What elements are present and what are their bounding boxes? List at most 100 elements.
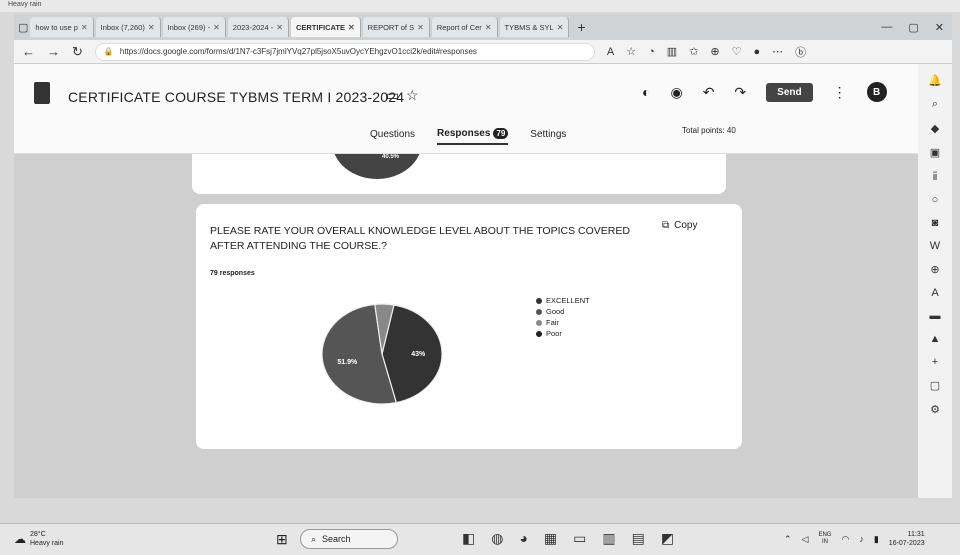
windows-start-icon[interactable]: ⊞	[276, 531, 288, 548]
tab-questions[interactable]: Questions	[370, 129, 415, 144]
maximize-icon[interactable]: ▢	[908, 21, 918, 34]
favorite-star-icon[interactable]: ☆	[626, 45, 636, 58]
w-icon[interactable]: W	[930, 240, 940, 252]
clock[interactable]: 11:31 16-07-2023	[889, 530, 925, 548]
edge-browser-icon[interactable]: ◕	[519, 530, 527, 547]
split-screen-icon[interactable]: ▥	[667, 45, 677, 58]
url-field[interactable]: 🔒 https://docs.google.com/forms/d/1N7-c3…	[94, 42, 595, 61]
edge-sidebar: 🔔 ⌕ ◆ ▣ ⅱ ○ ◙ W ⊕ A ▬ ▲ + ▢ ⚙	[918, 64, 952, 498]
folder-icon[interactable]: ▭	[386, 87, 399, 104]
tab-settings[interactable]: Settings	[530, 129, 566, 144]
window-controls: — ▢ ✕	[881, 21, 952, 34]
add-icon[interactable]: +	[932, 356, 938, 368]
read-aloud-icon[interactable]: A	[607, 46, 614, 58]
chat-icon[interactable]: ◍	[491, 530, 503, 547]
palette-icon[interactable]: ◐	[642, 84, 650, 100]
bing-icon[interactable]: ⓑ	[795, 44, 806, 60]
location-icon[interactable]: ◁	[802, 534, 809, 545]
browser-tab-active[interactable]: CERTIFICATE ✕	[290, 17, 361, 37]
undo-icon[interactable]: ↶	[703, 84, 715, 101]
weather-widget[interactable]: ☁ 28°C Heavy rain	[14, 530, 63, 548]
collections-icon[interactable]: ⊕	[710, 45, 719, 58]
triangle-icon[interactable]: ▲	[930, 333, 941, 345]
copy-button[interactable]: ⧉ Copy	[662, 220, 698, 231]
tab-responses[interactable]: Responses 79	[437, 128, 509, 145]
font-icon[interactable]: A	[931, 287, 938, 299]
previous-pie-chart	[332, 154, 422, 179]
panel-icon[interactable]: ▢	[930, 379, 940, 392]
legend-label: Poor	[546, 329, 562, 338]
close-icon[interactable]: ✕	[485, 23, 492, 32]
circle-icon[interactable]: ○	[932, 194, 939, 206]
file-explorer-icon[interactable]: ▭	[573, 530, 586, 547]
volume-icon[interactable]: ♪	[859, 534, 864, 544]
powerpoint-icon[interactable]: ▤	[632, 530, 645, 547]
outlook-icon[interactable]: ◙	[932, 217, 939, 229]
form-title[interactable]: CERTIFICATE COURSE TYBMS TERM I 2023-202…	[68, 89, 404, 105]
forward-icon[interactable]: →	[47, 44, 60, 59]
close-icon[interactable]: ✕	[213, 23, 220, 32]
settings-icon[interactable]: ⚙	[930, 403, 940, 416]
extension-icon[interactable]: ◔	[648, 46, 655, 58]
close-icon[interactable]: ✕	[148, 23, 155, 32]
store-icon[interactable]: ▦	[544, 530, 557, 547]
preview-eye-icon[interactable]: ◉	[670, 84, 682, 101]
tab-label: Report of Cer	[436, 22, 482, 32]
minimize-icon[interactable]: —	[881, 21, 892, 34]
photos-icon[interactable]: ◩	[661, 530, 674, 547]
tab-responses-label: Responses	[437, 128, 491, 139]
browser-tab[interactable]: REPORT of S ✕	[362, 17, 430, 37]
chevron-up-icon[interactable]: ⌃	[784, 534, 792, 545]
performance-icon[interactable]: ♡	[732, 45, 742, 58]
briefcase-icon[interactable]: ▣	[930, 146, 940, 159]
wifi-icon[interactable]: ◠	[841, 534, 849, 545]
close-icon[interactable]: ✕	[81, 23, 88, 32]
legend-label: Good	[546, 307, 565, 316]
new-tab-button[interactable]: +	[571, 19, 591, 35]
tab-label: Inbox (269) -	[167, 22, 211, 32]
tab-actions-icon[interactable]: ▢	[18, 21, 28, 34]
browser-tab[interactable]: how to use p ✕	[30, 17, 94, 37]
legend-swatch	[536, 297, 542, 304]
clock-date: 16-07-2023	[888, 540, 925, 547]
tag-icon[interactable]: ◆	[931, 122, 939, 135]
close-icon[interactable]: ✕	[417, 23, 424, 32]
avatar[interactable]: B	[866, 82, 887, 102]
taskbar-search[interactable]: ⌕ Search	[300, 529, 398, 549]
more-menu-icon[interactable]: ⋯	[772, 45, 783, 58]
copy-label: Copy	[674, 220, 698, 231]
favorites-icon[interactable]: ✩	[689, 45, 698, 58]
task-view-icon[interactable]: ◧	[462, 530, 475, 547]
close-icon[interactable]: ✕	[348, 23, 355, 32]
close-window-icon[interactable]: ✕	[935, 21, 944, 34]
star-icon[interactable]: ☆	[406, 87, 419, 104]
battery-icon[interactable]: ▮	[874, 534, 879, 545]
reload-icon[interactable]: ↻	[72, 44, 83, 60]
language-indicator[interactable]: ENG IN	[818, 532, 831, 546]
responses-area: 40.5% PLEASE RATE YOUR OVERALL KNOWLEDGE…	[14, 154, 918, 498]
copy-icon: ⧉	[662, 220, 670, 231]
screenshot: { "topstrip": {"weather_text": "Heavy ra…	[0, 0, 960, 555]
lang-code: ENG	[818, 532, 832, 538]
search-icon[interactable]: ⌕	[932, 98, 938, 111]
browser-tab[interactable]: 2023-2024 - ✕	[227, 17, 289, 37]
browser-tab[interactable]: Inbox (7,260) ✕	[95, 17, 161, 37]
browser-tab[interactable]: Report of Cer ✕	[431, 17, 498, 37]
word-icon[interactable]: ▥	[602, 530, 615, 547]
profile-icon[interactable]: ●	[754, 46, 761, 58]
dash-icon[interactable]: ▬	[930, 310, 941, 322]
tab-label: how to use p	[35, 22, 78, 32]
browser-tab[interactable]: Inbox (269) - ✕	[162, 17, 226, 37]
back-icon[interactable]: ←	[22, 44, 35, 59]
more-vert-icon[interactable]: ⋮	[833, 84, 847, 101]
redo-icon[interactable]: ↷	[734, 84, 746, 101]
notification-icon[interactable]: 🔔	[928, 74, 942, 87]
zoom-icon[interactable]: ⊕	[930, 263, 939, 276]
close-icon[interactable]: ✕	[557, 23, 564, 32]
lock-icon: 🔒	[103, 47, 114, 56]
forms-logo-icon[interactable]	[34, 82, 50, 104]
browser-tab[interactable]: TYBMS & SYL ✕	[499, 17, 570, 37]
send-button[interactable]: Send	[766, 82, 813, 102]
people-icon[interactable]: ⅱ	[932, 170, 937, 183]
close-icon[interactable]: ✕	[276, 23, 283, 32]
